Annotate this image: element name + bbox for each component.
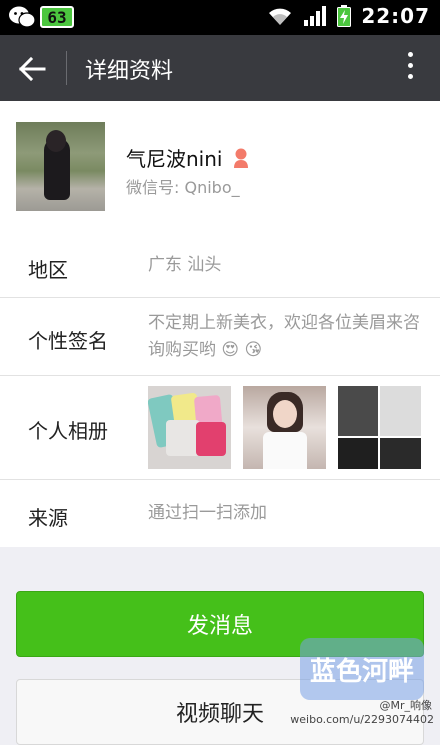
battery-charging-icon bbox=[337, 5, 352, 27]
source-label: 来源 bbox=[28, 506, 68, 530]
page-title: 详细资料 bbox=[85, 59, 174, 84]
album-thumbnails[interactable] bbox=[148, 386, 421, 469]
female-gender-icon bbox=[234, 148, 249, 168]
album-photo[interactable] bbox=[338, 386, 421, 469]
album-photo[interactable] bbox=[148, 386, 231, 469]
region-label: 地区 bbox=[28, 258, 68, 282]
details-list: 地区 广东 汕头 个性签名 不定期上新美衣，欢迎各位美眉来咨询购买哟 😍 😘 个… bbox=[0, 232, 440, 547]
signature-label: 个性签名 bbox=[28, 329, 108, 353]
region-value: 广东 汕头 bbox=[148, 255, 222, 275]
watermark-logo: 蓝色河畔 bbox=[300, 638, 424, 700]
nickname: 气尼波nini bbox=[126, 147, 223, 171]
back-arrow-icon[interactable] bbox=[18, 55, 46, 83]
watermark-url: weibo.com/u/2293074402 bbox=[290, 713, 434, 726]
notification-badge: 63 bbox=[40, 6, 74, 28]
signature-value: 不定期上新美衣，欢迎各位美眉来咨询购买哟 😍 😘 bbox=[148, 313, 420, 360]
album-label: 个人相册 bbox=[28, 419, 108, 443]
profile-header: 气尼波nini 微信号: Qnibo_ bbox=[0, 101, 440, 232]
region-row: 地区 广东 汕头 bbox=[0, 232, 440, 298]
source-value: 通过扫一扫添加 bbox=[148, 503, 267, 523]
wechat-notification-icon bbox=[9, 6, 36, 28]
watermark-credit: @Mr_响像 bbox=[379, 699, 432, 712]
album-photo[interactable] bbox=[243, 386, 326, 469]
signature-row: 个性签名 不定期上新美衣，欢迎各位美眉来咨询购买哟 😍 😘 bbox=[0, 298, 440, 376]
album-row[interactable]: 个人相册 bbox=[0, 376, 440, 480]
clock: 22:07 bbox=[361, 4, 430, 28]
source-row: 来源 通过扫一扫添加 bbox=[0, 480, 440, 547]
avatar[interactable] bbox=[16, 122, 105, 211]
action-bar-divider bbox=[66, 51, 67, 85]
signal-icon bbox=[304, 6, 327, 26]
wechat-id: 微信号: Qnibo_ bbox=[126, 178, 240, 197]
more-options-icon[interactable] bbox=[406, 52, 414, 84]
wifi-icon bbox=[269, 8, 292, 25]
action-bar: 详细资料 bbox=[0, 35, 440, 101]
status-bar: 63 22:07 bbox=[0, 0, 440, 35]
